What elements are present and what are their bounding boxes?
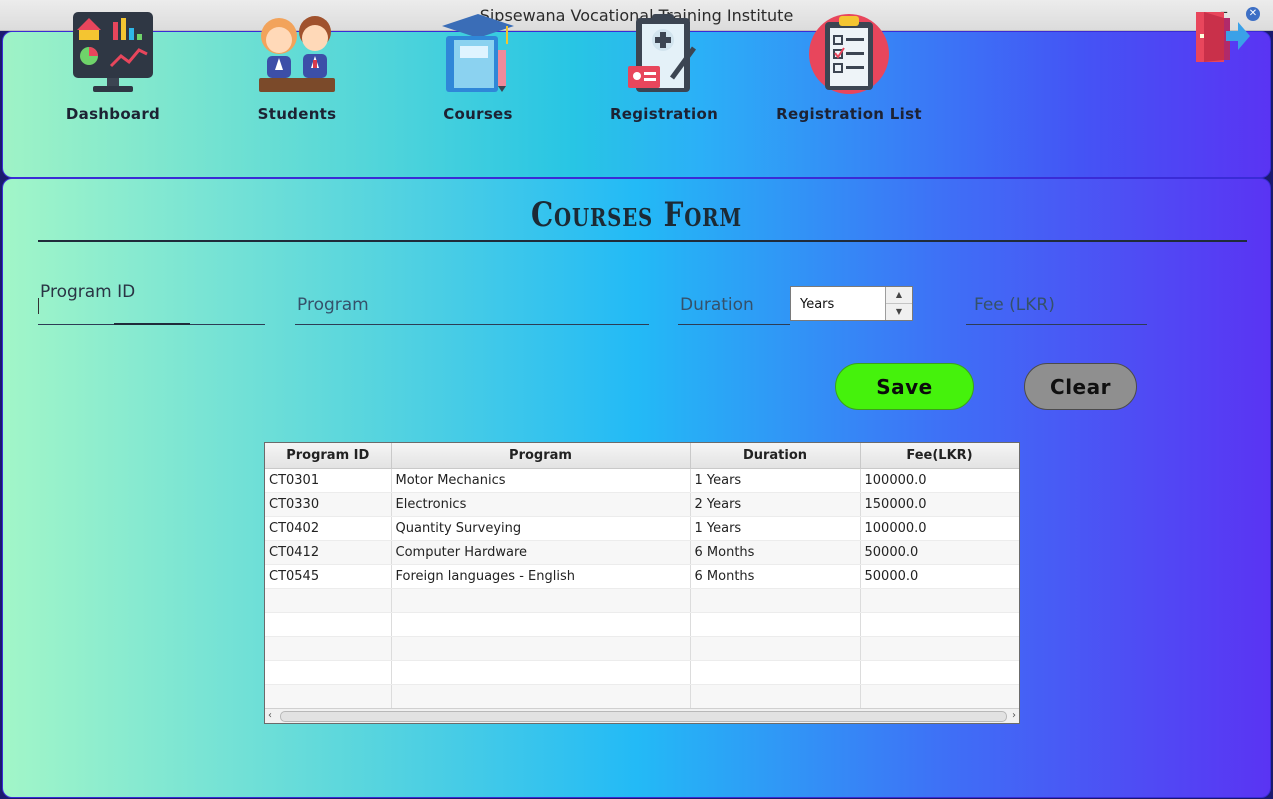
focus-underline bbox=[114, 323, 190, 325]
clear-button[interactable]: Clear bbox=[1024, 363, 1137, 410]
table-row-empty bbox=[265, 612, 1019, 637]
cell-fee: 50000.0 bbox=[860, 540, 1019, 565]
nav-item-students[interactable]: Students bbox=[222, 10, 372, 123]
table-row[interactable]: CT0545 Foreign languages - English 6 Mon… bbox=[265, 564, 1019, 589]
scrollbar-thumb[interactable] bbox=[280, 711, 1007, 722]
courses-table[interactable]: Program ID Program Duration Fee(LKR) CT0… bbox=[264, 442, 1020, 724]
save-button[interactable]: Save bbox=[835, 363, 974, 410]
program-id-field[interactable]: Program ID bbox=[38, 282, 265, 325]
scroll-left-arrow-icon[interactable]: ‹ bbox=[268, 709, 272, 723]
cell-fee: 100000.0 bbox=[860, 516, 1019, 541]
cell-program: Foreign languages - English bbox=[391, 564, 691, 589]
scroll-right-arrow-icon[interactable]: › bbox=[1012, 709, 1016, 723]
registration-clipboard-icon bbox=[628, 14, 697, 92]
courses-table-grid: Program ID Program Duration Fee(LKR) CT0… bbox=[265, 443, 1019, 709]
students-icon bbox=[259, 16, 335, 92]
cell-duration: 1 Years bbox=[690, 468, 861, 493]
nav-label-registration-list: Registration List bbox=[776, 105, 922, 123]
cell-program-id: CT0301 bbox=[265, 468, 392, 493]
spinner-up-arrow-icon[interactable]: ▲ bbox=[886, 287, 912, 304]
fee-placeholder: Fee (LKR) bbox=[974, 295, 1055, 315]
column-header-fee[interactable]: Fee(LKR) bbox=[860, 443, 1019, 469]
duration-unit-spinner[interactable]: Years ▲ ▼ bbox=[790, 286, 913, 321]
horizontal-scrollbar[interactable]: ‹ › bbox=[265, 708, 1019, 723]
spinner-buttons: ▲ ▼ bbox=[885, 287, 912, 320]
cell-program-id: CT0545 bbox=[265, 564, 392, 589]
cell-duration: 6 Months bbox=[690, 564, 861, 589]
page-title: Courses Form bbox=[531, 195, 742, 235]
cell-duration: 6 Months bbox=[690, 540, 861, 565]
table-header-row: Program ID Program Duration Fee(LKR) bbox=[265, 443, 1019, 469]
column-header-duration[interactable]: Duration bbox=[690, 443, 861, 469]
nav-label-dashboard: Dashboard bbox=[65, 105, 161, 123]
duration-unit-value: Years bbox=[800, 297, 835, 312]
duration-placeholder: Duration bbox=[680, 295, 754, 315]
nav-item-courses[interactable]: Courses bbox=[403, 10, 553, 123]
nav-item-dashboard[interactable]: Dashboard bbox=[38, 10, 188, 123]
cell-duration: 2 Years bbox=[690, 492, 861, 517]
cell-duration: 1 Years bbox=[690, 516, 861, 541]
text-caret bbox=[38, 298, 39, 314]
nav-label-courses: Courses bbox=[443, 105, 513, 123]
registration-list-icon bbox=[809, 14, 889, 94]
cell-program: Computer Hardware bbox=[391, 540, 691, 565]
spinner-down-arrow-icon[interactable]: ▼ bbox=[886, 304, 912, 320]
courses-book-icon bbox=[442, 14, 514, 92]
table-row[interactable]: CT0301 Motor Mechanics 1 Years 100000.0 bbox=[265, 468, 1019, 493]
cell-program-id: CT0412 bbox=[265, 540, 392, 565]
table-row[interactable]: CT0412 Computer Hardware 6 Months 50000.… bbox=[265, 540, 1019, 565]
column-header-program-id[interactable]: Program ID bbox=[265, 443, 392, 469]
title-divider bbox=[38, 240, 1247, 242]
table-row-empty bbox=[265, 588, 1019, 613]
logout-icon bbox=[1196, 12, 1250, 62]
cell-program: Electronics bbox=[391, 492, 691, 517]
table-row-empty bbox=[265, 636, 1019, 661]
duration-field[interactable]: Duration bbox=[678, 284, 790, 325]
cell-fee: 150000.0 bbox=[860, 492, 1019, 517]
nav-item-registration-list[interactable]: Registration List bbox=[774, 10, 924, 123]
table-row-empty bbox=[265, 660, 1019, 685]
cell-program-id: CT0330 bbox=[265, 492, 392, 517]
cell-program: Motor Mechanics bbox=[391, 468, 691, 493]
program-id-label: Program ID bbox=[40, 282, 136, 302]
nav-item-registration[interactable]: Registration bbox=[589, 10, 739, 123]
cell-program-id: CT0402 bbox=[265, 516, 392, 541]
nav-label-students: Students bbox=[257, 105, 337, 123]
cell-fee: 100000.0 bbox=[860, 468, 1019, 493]
column-header-program[interactable]: Program bbox=[391, 443, 691, 469]
program-field[interactable]: Program bbox=[295, 284, 649, 325]
table-row[interactable]: CT0402 Quantity Surveying 1 Years 100000… bbox=[265, 516, 1019, 541]
logout-button[interactable] bbox=[1190, 10, 1252, 70]
dashboard-monitor-icon bbox=[73, 12, 153, 92]
program-placeholder: Program bbox=[297, 295, 369, 315]
table-row-empty bbox=[265, 684, 1019, 709]
nav-label-registration: Registration bbox=[609, 105, 719, 123]
fee-field[interactable]: Fee (LKR) bbox=[966, 284, 1147, 325]
cell-program: Quantity Surveying bbox=[391, 516, 691, 541]
cell-fee: 50000.0 bbox=[860, 564, 1019, 589]
table-row[interactable]: CT0330 Electronics 2 Years 150000.0 bbox=[265, 492, 1019, 517]
